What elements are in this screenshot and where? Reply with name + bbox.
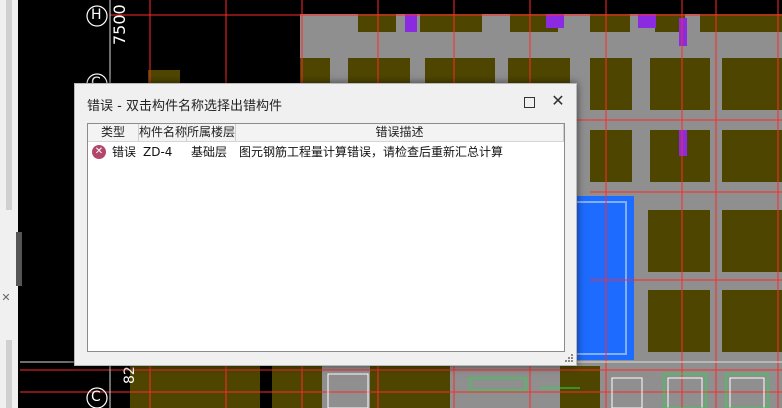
table-row[interactable]: ✕ 错误 ZD-4 基础层 图元钢筋工程量计算错误，请检查后重新汇总计算	[88, 143, 564, 161]
row-type: 错误	[112, 145, 137, 159]
row-floor: 基础层	[191, 145, 228, 159]
dimension-7500: 7500	[110, 4, 129, 45]
error-list[interactable]: 类型 构件名称 所属楼层 错误描述 ✕ 错误 ZD-4 基础层 图元钢筋工程量计…	[87, 123, 565, 352]
error-dialog: 错误 - 双击构件名称选择出错构件 ✕ 类型 构件名称 所属楼层 错误描述 ✕ …	[74, 83, 577, 366]
column-header-type[interactable]: 类型	[88, 124, 139, 141]
axis-label-c-bottom: C	[91, 389, 101, 405]
error-icon: ✕	[92, 145, 106, 159]
column-header-name[interactable]: 构件名称	[139, 124, 187, 141]
left-panel-close-icon[interactable]: ✕	[0, 291, 12, 305]
resize-grip-icon[interactable]	[565, 354, 573, 362]
column-header-floor[interactable]: 所属楼层	[187, 124, 236, 141]
maximize-button[interactable]	[524, 97, 535, 108]
dimension-82: 82	[122, 366, 138, 384]
row-description: 图元钢筋工程量计算错误，请检查后重新汇总计算	[239, 145, 504, 159]
row-component-name[interactable]: ZD-4	[143, 143, 172, 161]
close-icon: ✕	[551, 91, 565, 110]
dialog-title: 错误 - 双击构件名称选择出错构件	[87, 99, 282, 114]
close-button[interactable]: ✕	[549, 92, 567, 110]
column-header-description[interactable]: 错误描述	[236, 124, 564, 141]
dialog-titlebar[interactable]: 错误 - 双击构件名称选择出错构件 ✕	[75, 84, 576, 122]
axis-label-h: H	[91, 7, 102, 23]
list-header: 类型 构件名称 所属楼层 错误描述	[88, 124, 564, 142]
